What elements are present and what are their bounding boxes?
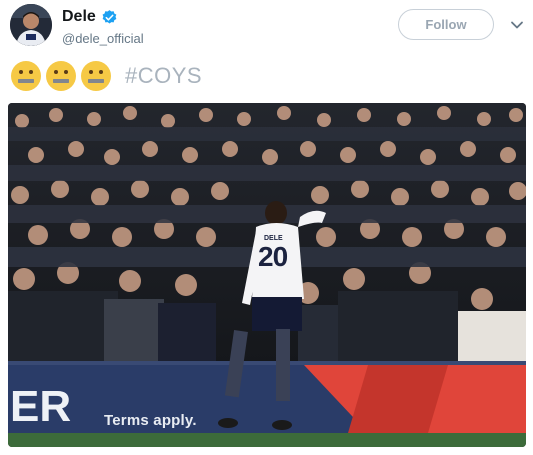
chevron-down-icon[interactable]	[510, 18, 524, 32]
follow-button[interactable]: Follow	[398, 9, 494, 40]
avatar[interactable]	[10, 4, 52, 46]
tweet-card: Dele @dele_official Follow #COYS ER DELE…	[0, 0, 533, 455]
ad-board-letters: ER	[10, 382, 71, 431]
display-name[interactable]: Dele	[62, 8, 96, 26]
terms-apply-text: Terms apply.	[104, 412, 197, 429]
user-handle[interactable]: @dele_official	[62, 31, 144, 46]
avatar-image	[10, 4, 52, 46]
verified-badge-icon	[102, 9, 117, 24]
photo-illustration: ER	[8, 103, 526, 447]
hashtag-link[interactable]: #COYS	[125, 63, 202, 89]
user-name-row[interactable]: Dele	[62, 8, 118, 26]
shirt-number: 20	[258, 241, 288, 272]
zipper-mouth-face-icon	[11, 61, 41, 91]
tweet-photo[interactable]: ER DELE 20 Terms apply.	[8, 103, 526, 447]
tweet-text: #COYS	[10, 59, 202, 93]
zipper-mouth-face-icon	[46, 61, 76, 91]
zipper-mouth-face-icon	[81, 61, 111, 91]
